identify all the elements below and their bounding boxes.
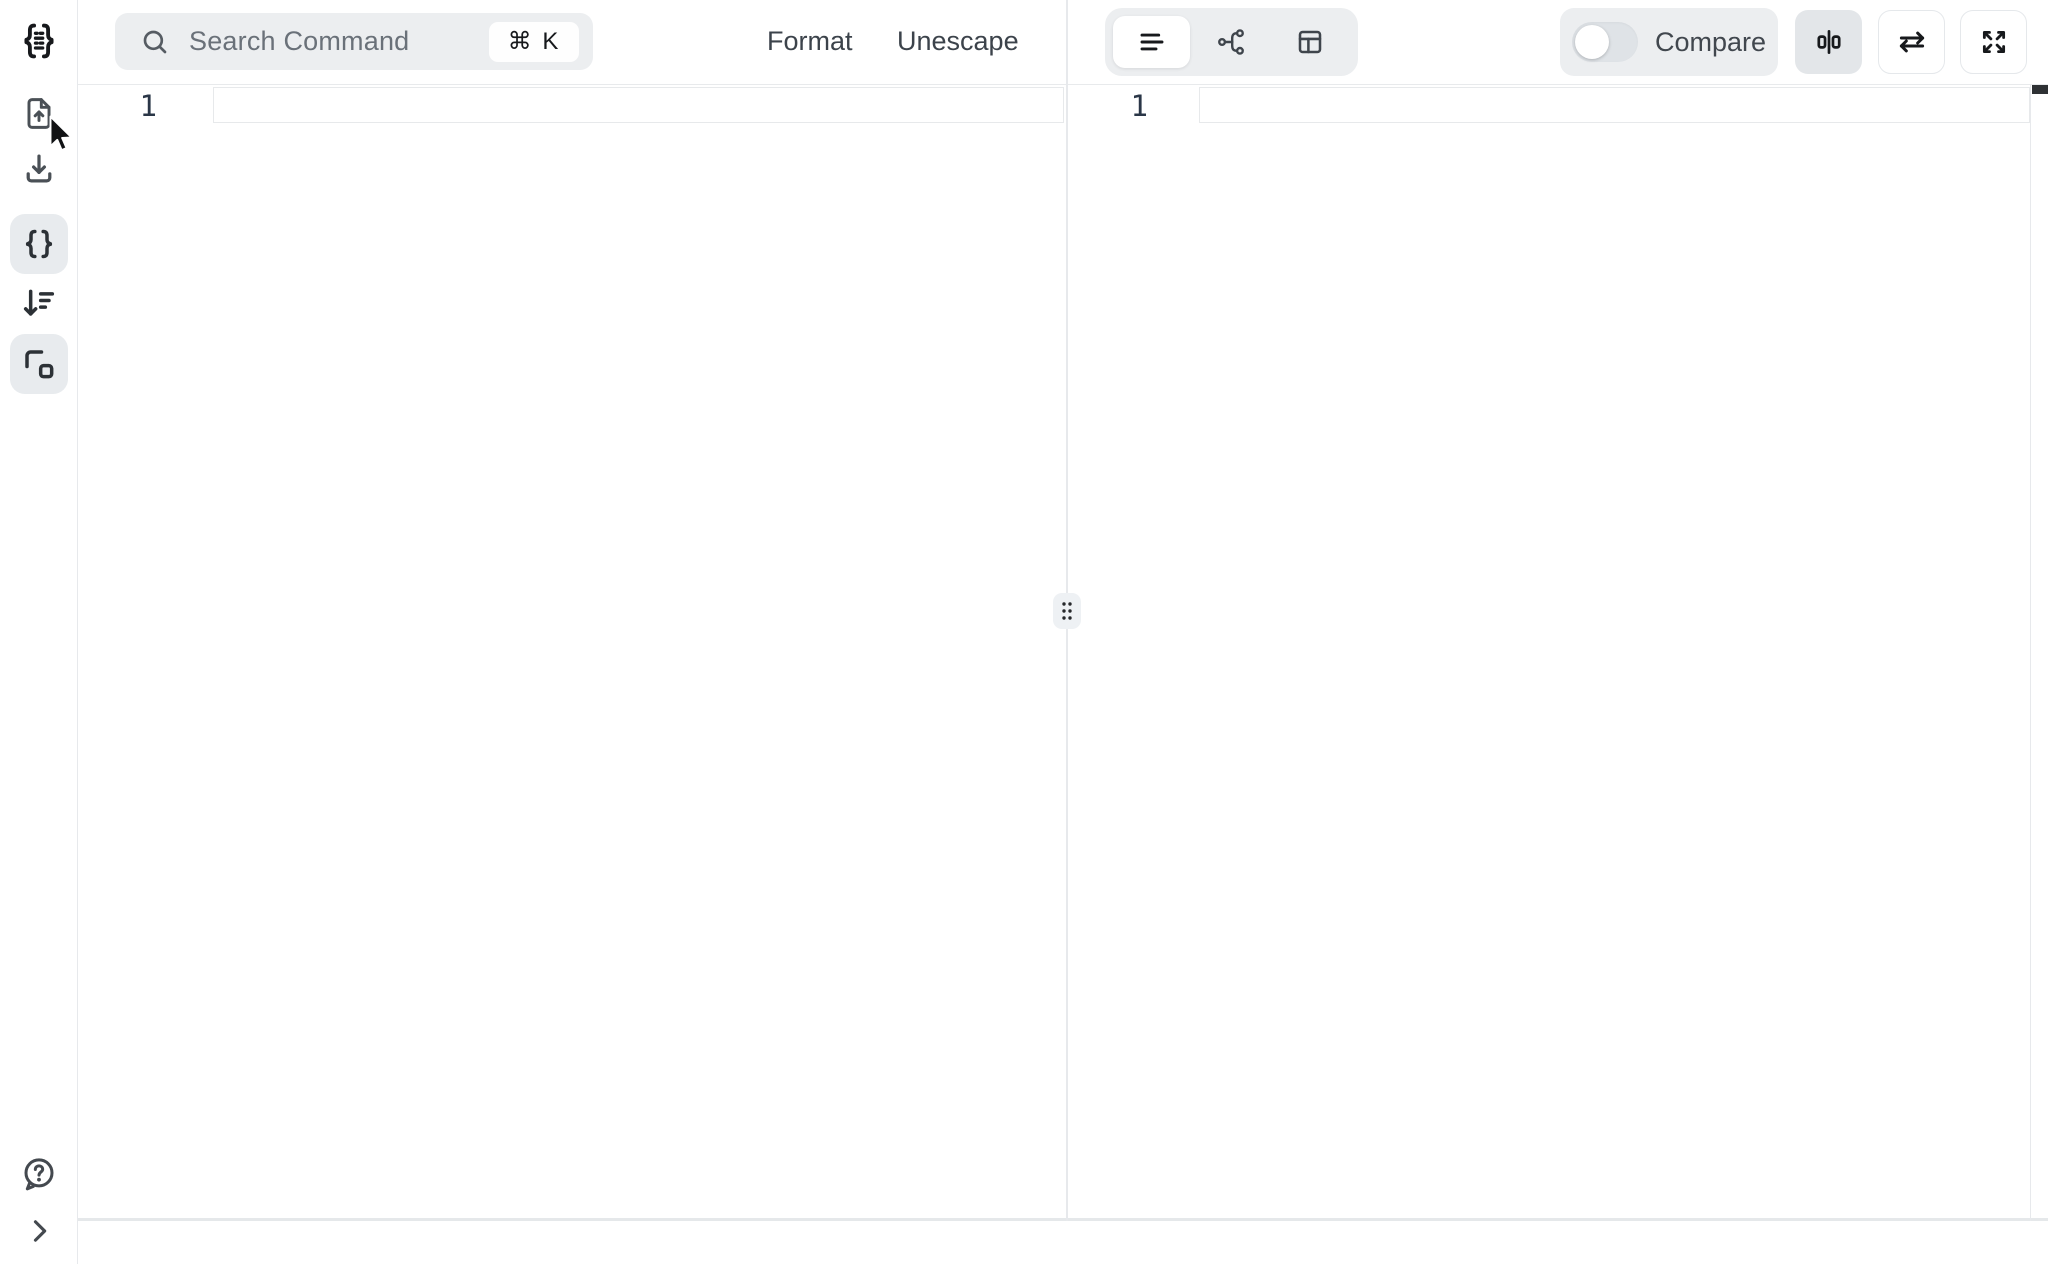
app-window: Search Command ⌘ K Format Unescape Compa… <box>0 0 2048 1264</box>
search-shortcut-badge: ⌘ K <box>489 21 579 62</box>
split-compare-button[interactable] <box>1795 10 1862 74</box>
sidebar-item-sort[interactable] <box>19 283 59 323</box>
sidebar-item-download[interactable] <box>20 150 57 187</box>
json-braces-logo-icon <box>18 20 60 62</box>
right-editor-scrollbar[interactable] <box>2030 84 2048 1221</box>
toggle-knob <box>1575 25 1609 59</box>
view-table-button[interactable] <box>1271 16 1348 68</box>
scrollbar-thumb[interactable] <box>2032 85 2048 94</box>
text-view-icon <box>1136 26 1168 58</box>
sidebar-item-format-braces[interactable] <box>9 214 68 274</box>
table-view-icon <box>1294 26 1326 58</box>
right-line-number: 1 <box>1130 89 1148 123</box>
sort-descending-icon <box>19 283 59 323</box>
search-icon <box>139 26 171 58</box>
swap-arrows-icon <box>1895 25 1929 59</box>
toolbar: Search Command ⌘ K Format Unescape Compa… <box>77 0 2048 84</box>
left-editor-active-line[interactable] <box>213 87 1064 123</box>
split-compare-icon <box>1812 25 1846 59</box>
left-line-number: 1 <box>139 89 157 123</box>
right-editor-active-line[interactable] <box>1199 87 2030 123</box>
curly-braces-icon <box>19 224 59 264</box>
compare-group: Compare <box>1560 8 1778 76</box>
sidebar-rail <box>0 0 78 1264</box>
sidebar-item-upload[interactable] <box>20 95 57 132</box>
swap-button[interactable] <box>1878 10 1945 74</box>
drag-dots-icon <box>1057 598 1077 624</box>
sidebar-item-transform[interactable] <box>9 334 68 394</box>
search-placeholder: Search Command <box>189 26 410 56</box>
compare-toggle[interactable] <box>1572 22 1638 62</box>
editor-workspace: 1 1 <box>77 84 2048 1221</box>
fullscreen-icon <box>1977 25 2011 59</box>
transform-icon <box>19 344 59 384</box>
sidebar-item-help[interactable] <box>19 1154 59 1194</box>
pane-resize-handle[interactable] <box>1053 593 1081 629</box>
view-text-button[interactable] <box>1113 16 1190 68</box>
file-upload-icon <box>20 95 57 132</box>
main-area: Search Command ⌘ K Format Unescape Compa… <box>77 0 2048 1264</box>
sidebar-collapse-button[interactable] <box>22 1214 56 1248</box>
chevron-right-icon <box>22 1214 56 1248</box>
download-icon <box>20 150 57 187</box>
left-editor-pane[interactable]: 1 <box>77 85 1066 1218</box>
bottom-bar <box>77 1221 2048 1264</box>
graph-view-icon <box>1215 26 1247 58</box>
right-editor-pane[interactable]: 1 <box>1068 85 2048 1218</box>
app-logo <box>18 20 60 62</box>
view-mode-switcher <box>1105 8 1358 76</box>
view-graph-button[interactable] <box>1192 16 1269 68</box>
unescape-button[interactable]: Unescape <box>897 13 1019 70</box>
format-button[interactable]: Format <box>767 13 853 70</box>
search-command-button[interactable]: Search Command ⌘ K <box>115 13 593 70</box>
compare-label: Compare <box>1654 26 1766 57</box>
help-bubble-icon <box>19 1154 59 1194</box>
fullscreen-button[interactable] <box>1960 10 2027 74</box>
